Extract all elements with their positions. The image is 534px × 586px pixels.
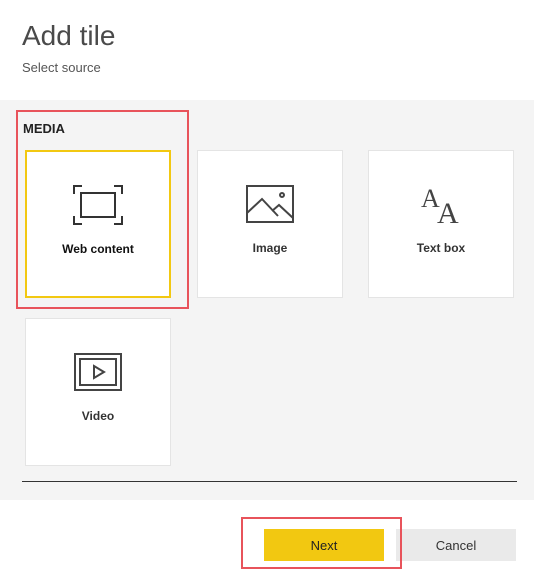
tile-video[interactable]: Video [25, 318, 171, 466]
tile-label: Web content [62, 242, 134, 256]
tile-text-box[interactable]: A A Text box [368, 150, 514, 298]
video-icon [74, 353, 122, 391]
tile-image[interactable]: Image [197, 150, 343, 298]
web-content-icon [73, 185, 123, 225]
cancel-button[interactable]: Cancel [396, 529, 516, 561]
dialog-subtitle: Select source [22, 60, 101, 75]
image-icon [246, 185, 294, 223]
text-box-icon: A A [421, 184, 459, 225]
tile-web-content[interactable]: Web content [25, 150, 171, 298]
svg-text:A: A [437, 197, 459, 225]
section-label-media: MEDIA [23, 121, 65, 136]
tile-label: Image [252, 241, 288, 255]
tile-label: Text box [416, 241, 466, 255]
add-tile-dialog: Add tile Select source MEDIA Web content [0, 0, 534, 586]
next-button[interactable]: Next [264, 529, 384, 561]
divider [22, 481, 517, 482]
tile-label: Video [81, 409, 115, 423]
dialog-title: Add tile [22, 20, 116, 51]
